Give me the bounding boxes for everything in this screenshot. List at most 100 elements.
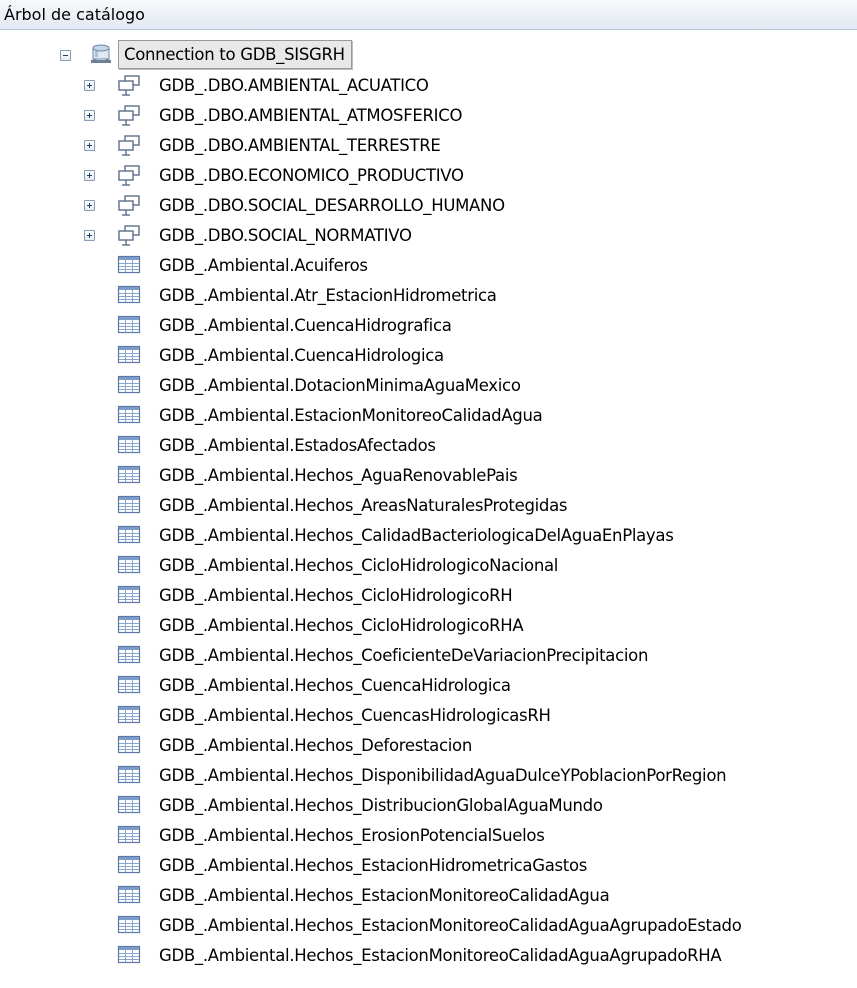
tree-node-table[interactable]: GDB_.Ambiental.Hechos_ErosionPotencialSu…	[0, 822, 857, 852]
tree-node-table[interactable]: GDB_.Ambiental.Atr_EstacionHidrometrica	[0, 282, 857, 312]
tree-node-label[interactable]: GDB_.DBO.SOCIAL_DESARROLLO_HUMANO	[159, 192, 505, 219]
tree-node-table[interactable]: GDB_.Ambiental.CuencaHidrologica	[0, 342, 857, 372]
tree-node-label[interactable]: GDB_.Ambiental.Atr_EstacionHidrometrica	[159, 282, 497, 309]
tree-node-label[interactable]: GDB_.Ambiental.Hechos_CuencaHidrologica	[159, 672, 511, 699]
feature-dataset-icon	[117, 74, 141, 96]
catalog-tree-panel: Árbol de catálogo Connection to GDB_SISG…	[0, 0, 857, 988]
tree-node-label[interactable]: Connection to GDB_SISGRH	[118, 40, 352, 69]
table-icon	[117, 314, 141, 336]
table-icon	[117, 944, 141, 966]
tree-node-table[interactable]: GDB_.Ambiental.EstacionMonitoreoCalidadA…	[0, 402, 857, 432]
table-icon	[117, 674, 141, 696]
tree-node-label[interactable]: GDB_.Ambiental.Hechos_CicloHidrologicoNa…	[159, 552, 558, 579]
tree-node-label[interactable]: GDB_.Ambiental.Hechos_CoeficienteDeVaria…	[159, 642, 648, 669]
tree-node-table[interactable]: GDB_.Ambiental.Hechos_EstacionHidrometri…	[0, 852, 857, 882]
tree-node-feature-dataset[interactable]: GDB_.DBO.ECONOMICO_PRODUCTIVO	[0, 162, 857, 192]
table-icon	[117, 794, 141, 816]
tree-node-table[interactable]: GDB_.Ambiental.Acuiferos	[0, 252, 857, 282]
feature-dataset-icon	[117, 164, 141, 186]
tree-node-label[interactable]: GDB_.Ambiental.Hechos_EstacionHidrometri…	[159, 852, 587, 879]
tree-node-label[interactable]: GDB_.Ambiental.Hechos_Deforestacion	[159, 732, 472, 759]
tree-node-label[interactable]: GDB_.Ambiental.Hechos_AreasNaturalesProt…	[159, 492, 567, 519]
tree-node-table[interactable]: GDB_.Ambiental.Hechos_DistribucionGlobal…	[0, 792, 857, 822]
table-icon	[117, 254, 141, 276]
tree-node-table[interactable]: GDB_.Ambiental.Hechos_EstacionMonitoreoC…	[0, 882, 857, 912]
database-connection-icon	[89, 44, 113, 66]
tree-node-label[interactable]: GDB_.Ambiental.Hechos_AguaRenovablePais	[159, 462, 518, 489]
table-icon	[117, 614, 141, 636]
tree-node-connection[interactable]: Connection to GDB_SISGRH	[0, 40, 857, 72]
collapse-icon[interactable]	[60, 50, 71, 61]
tree-node-feature-dataset[interactable]: GDB_.DBO.SOCIAL_NORMATIVO	[0, 222, 857, 252]
feature-dataset-icon	[117, 194, 141, 216]
tree-node-label[interactable]: GDB_.DBO.SOCIAL_NORMATIVO	[159, 222, 412, 249]
tree-node-table[interactable]: GDB_.Ambiental.Hechos_EstacionMonitoreoC…	[0, 912, 857, 942]
tree-node-table[interactable]: GDB_.Ambiental.Hechos_CicloHidrologicoNa…	[0, 552, 857, 582]
tree-node-table[interactable]: GDB_.Ambiental.Hechos_AreasNaturalesProt…	[0, 492, 857, 522]
table-icon	[117, 854, 141, 876]
feature-dataset-icon	[117, 104, 141, 126]
tree-node-label[interactable]: GDB_.Ambiental.EstadosAfectados	[159, 432, 436, 459]
tree-node-label[interactable]: GDB_.Ambiental.DotacionMinimaAguaMexico	[159, 372, 521, 399]
tree-node-label[interactable]: GDB_.Ambiental.Hechos_CalidadBacteriolog…	[159, 522, 674, 549]
tree-node-table[interactable]: GDB_.Ambiental.Hechos_EstacionMonitoreoC…	[0, 942, 857, 972]
expand-icon[interactable]	[84, 80, 95, 91]
tree-node-label[interactable]: GDB_.DBO.ECONOMICO_PRODUCTIVO	[159, 162, 464, 189]
tree-node-label[interactable]: GDB_.Ambiental.Hechos_CicloHidrologicoRH…	[159, 612, 524, 639]
table-icon	[117, 494, 141, 516]
tree-node-label[interactable]: GDB_.Ambiental.Hechos_DistribucionGlobal…	[159, 792, 603, 819]
panel-title: Árbol de catálogo	[0, 0, 857, 30]
expand-icon[interactable]	[84, 230, 95, 241]
table-icon	[117, 824, 141, 846]
expand-icon[interactable]	[84, 110, 95, 121]
feature-dataset-icon	[117, 134, 141, 156]
table-icon	[117, 704, 141, 726]
tree-node-table[interactable]: GDB_.Ambiental.Hechos_CicloHidrologicoRH	[0, 582, 857, 612]
tree-node-table[interactable]: GDB_.Ambiental.Hechos_CuencasHidrologica…	[0, 702, 857, 732]
tree-node-label[interactable]: GDB_.Ambiental.Hechos_ErosionPotencialSu…	[159, 822, 545, 849]
tree-node-label[interactable]: GDB_.DBO.AMBIENTAL_ATMOSFERICO	[159, 102, 462, 129]
tree-node-label[interactable]: GDB_.Ambiental.EstacionMonitoreoCalidadA…	[159, 402, 543, 429]
table-icon	[117, 764, 141, 786]
tree-node-label[interactable]: GDB_.Ambiental.Hechos_CicloHidrologicoRH	[159, 582, 513, 609]
tree-node-feature-dataset[interactable]: GDB_.DBO.AMBIENTAL_ATMOSFERICO	[0, 102, 857, 132]
table-icon	[117, 434, 141, 456]
table-icon	[117, 404, 141, 426]
tree-node-label[interactable]: GDB_.DBO.AMBIENTAL_TERRESTRE	[159, 132, 441, 159]
table-icon	[117, 524, 141, 546]
tree-node-table[interactable]: GDB_.Ambiental.Hechos_CicloHidrologicoRH…	[0, 612, 857, 642]
table-icon	[117, 584, 141, 606]
tree-node-table[interactable]: GDB_.Ambiental.Hechos_CalidadBacteriolog…	[0, 522, 857, 552]
tree-node-label[interactable]: GDB_.Ambiental.Hechos_EstacionMonitoreoC…	[159, 942, 722, 969]
table-icon	[117, 374, 141, 396]
tree-node-table[interactable]: GDB_.Ambiental.Hechos_CoeficienteDeVaria…	[0, 642, 857, 672]
tree-node-table[interactable]: GDB_.Ambiental.Hechos_DisponibilidadAgua…	[0, 762, 857, 792]
tree-node-label[interactable]: GDB_.Ambiental.Acuiferos	[159, 252, 368, 279]
tree-node-feature-dataset[interactable]: GDB_.DBO.AMBIENTAL_TERRESTRE	[0, 132, 857, 162]
tree-node-label[interactable]: GDB_.DBO.AMBIENTAL_ACUATICO	[159, 72, 429, 99]
tree-node-label[interactable]: GDB_.Ambiental.Hechos_EstacionMonitoreoC…	[159, 882, 610, 909]
catalog-tree[interactable]: Connection to GDB_SISGRH GDB_.DBO.AMBIEN…	[0, 40, 857, 972]
feature-dataset-icon	[117, 224, 141, 246]
tree-node-table[interactable]: GDB_.Ambiental.EstadosAfectados	[0, 432, 857, 462]
tree-node-feature-dataset[interactable]: GDB_.DBO.AMBIENTAL_ACUATICO	[0, 72, 857, 102]
tree-node-table[interactable]: GDB_.Ambiental.Hechos_CuencaHidrologica	[0, 672, 857, 702]
table-icon	[117, 554, 141, 576]
tree-node-label[interactable]: GDB_.Ambiental.CuencaHidrografica	[159, 312, 452, 339]
tree-node-table[interactable]: GDB_.Ambiental.CuencaHidrografica	[0, 312, 857, 342]
expand-icon[interactable]	[84, 200, 95, 211]
tree-node-label[interactable]: GDB_.Ambiental.Hechos_CuencasHidrologica…	[159, 702, 551, 729]
tree-node-label[interactable]: GDB_.Ambiental.Hechos_EstacionMonitoreoC…	[159, 912, 742, 939]
tree-node-table[interactable]: GDB_.Ambiental.Hechos_Deforestacion	[0, 732, 857, 762]
table-icon	[117, 464, 141, 486]
tree-node-feature-dataset[interactable]: GDB_.DBO.SOCIAL_DESARROLLO_HUMANO	[0, 192, 857, 222]
tree-node-label[interactable]: GDB_.Ambiental.Hechos_DisponibilidadAgua…	[159, 762, 727, 789]
expand-icon[interactable]	[84, 140, 95, 151]
tree-node-table[interactable]: GDB_.Ambiental.DotacionMinimaAguaMexico	[0, 372, 857, 402]
table-icon	[117, 914, 141, 936]
tree-node-table[interactable]: GDB_.Ambiental.Hechos_AguaRenovablePais	[0, 462, 857, 492]
table-icon	[117, 344, 141, 366]
expand-icon[interactable]	[84, 170, 95, 181]
table-icon	[117, 734, 141, 756]
tree-node-label[interactable]: GDB_.Ambiental.CuencaHidrologica	[159, 342, 444, 369]
